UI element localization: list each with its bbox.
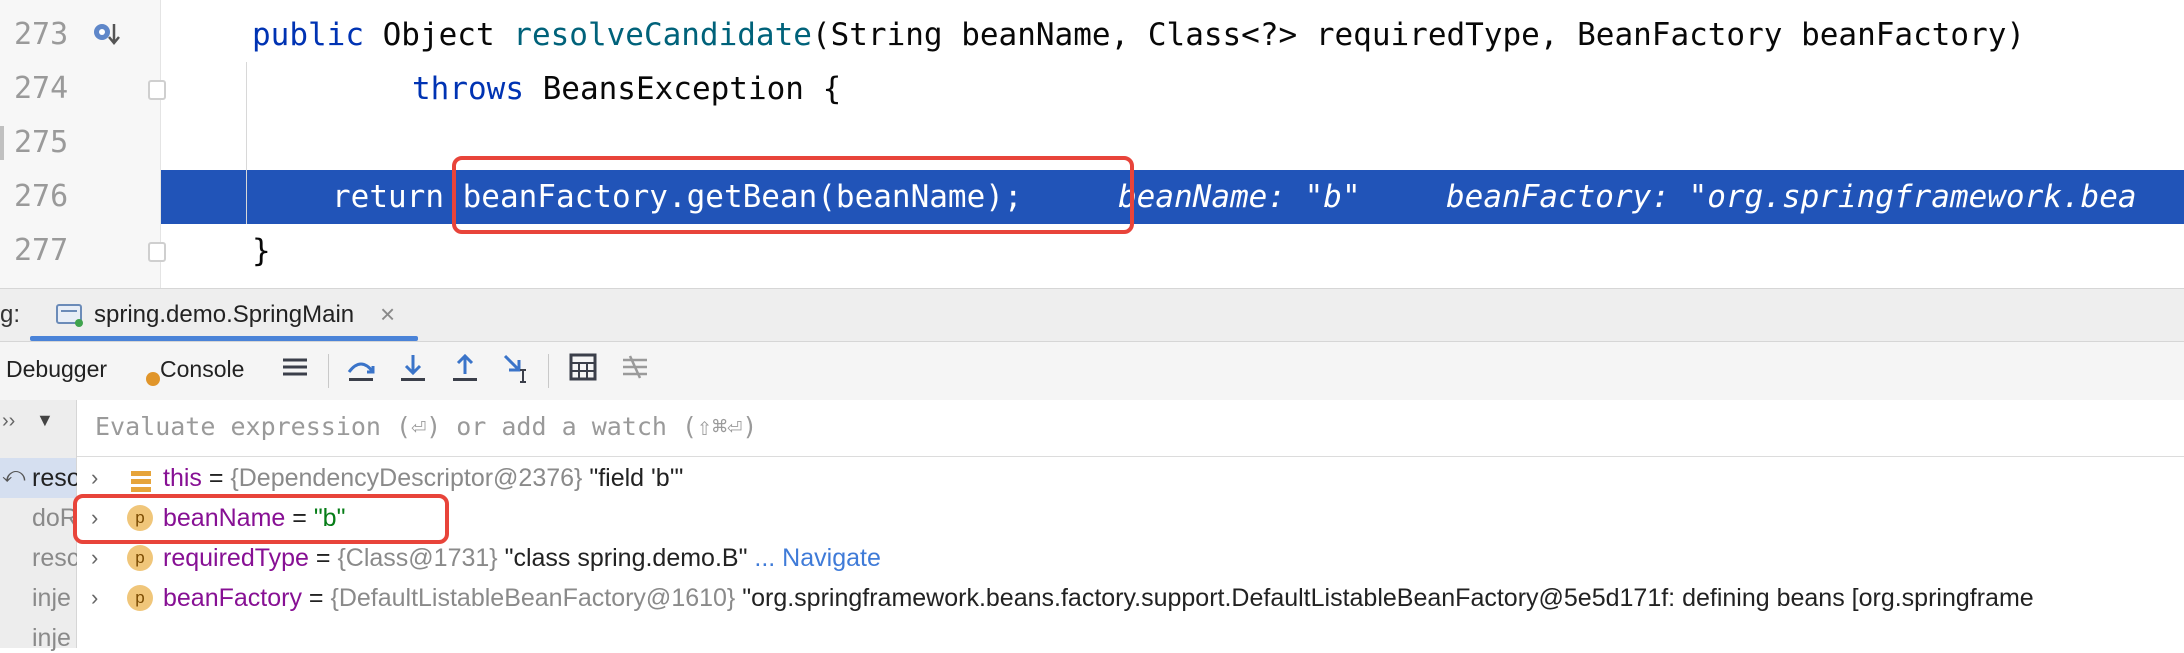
variable-text: beanFactory = {DefaultListableBeanFactor… (163, 578, 2034, 618)
equals: = (301, 584, 331, 612)
evaluate-expression-icon[interactable] (566, 352, 600, 386)
variable-value: "field 'b'" (582, 464, 684, 492)
chevron-right-icon[interactable]: › (91, 538, 98, 578)
trace-current-stream-icon[interactable] (618, 352, 652, 386)
show-frames-menu-icon[interactable] (278, 352, 312, 386)
line-number: 274 (14, 71, 69, 106)
step-over-icon[interactable] (344, 352, 378, 386)
variable-text: requiredType = {Class@1731} "class sprin… (163, 538, 881, 578)
variable-ref: {Class@1731} (337, 544, 498, 572)
fields-icon (131, 466, 151, 492)
toolbar-separator (328, 354, 329, 388)
override-method-icon[interactable] (92, 20, 120, 48)
variable-value: "class spring.demo.B" (497, 544, 748, 572)
tab-label: spring.demo.SpringMain (94, 301, 355, 328)
annotation-highlight-box (452, 156, 1134, 234)
chevron-down-icon[interactable]: ▼ (36, 410, 54, 431)
variable-text: this = {DependencyDescriptor@2376} "fiel… (163, 458, 683, 498)
variables-panel: Evaluate expression (⏎) or add a watch (… (73, 400, 2184, 648)
frame-item[interactable]: inje (32, 584, 71, 613)
frames-panel: ›› ▼ ⤺ reso doR resc inje inje (0, 400, 81, 652)
close-icon[interactable]: × (380, 299, 395, 330)
debug-session-tabbar: g: spring.demo.SpringMain × (0, 288, 2184, 341)
fold-marker-icon[interactable] (148, 80, 166, 100)
frame-label: reso (32, 464, 81, 492)
evaluate-expression-input[interactable]: Evaluate expression (⏎) or add a watch (… (95, 412, 757, 441)
keyword: return (332, 179, 444, 215)
code-text: public Object resolveCandidate(String be… (252, 8, 2025, 62)
step-into-icon[interactable] (396, 352, 430, 386)
code-fragment: Object (363, 17, 514, 53)
variable-row-beanfactory[interactable]: › p beanFactory = {DefaultListableBeanFa… (77, 578, 2184, 618)
line-number: 273 (14, 17, 69, 52)
variable-ref: {DefaultListableBeanFactory@1610} (330, 584, 736, 612)
keyword: public (252, 17, 364, 53)
indent-guide (246, 62, 247, 224)
tab-console[interactable]: Console (160, 356, 244, 383)
toolbar-separator (548, 354, 549, 388)
step-out-icon[interactable] (448, 352, 482, 386)
return-frame-icon: ⤺ (2, 462, 26, 487)
equals: = (308, 544, 338, 572)
inline-debug-value: beanFactory: "org.springframework.bea (1446, 179, 2137, 215)
variable-value: "org.springframework.beans.factory.suppo… (735, 584, 2034, 612)
debug-tool-window-label: g: (0, 301, 21, 328)
code-fragment: BeansException { (523, 71, 842, 107)
code-text: throws BeansException { (412, 62, 841, 116)
fold-marker-icon[interactable] (148, 242, 166, 262)
evaluate-expression-bar[interactable]: Evaluate expression (⏎) or add a watch (… (77, 400, 2184, 457)
tab-debugger[interactable]: Debugger (6, 356, 107, 383)
code-line-274[interactable]: 274 throws BeansException { (0, 62, 2184, 116)
frame-item[interactable]: inje (32, 624, 71, 653)
variable-row-requiredtype[interactable]: › p requiredType = {Class@1731} "class s… (77, 538, 2184, 578)
run-to-cursor-icon[interactable] (500, 352, 534, 386)
line-number: 277 (14, 233, 69, 268)
frame-item[interactable]: doR (32, 504, 78, 533)
annotation-highlight-box (73, 494, 449, 544)
keyword: throws (412, 71, 524, 107)
variable-row-this[interactable]: › this = {DependencyDescriptor@2376} "fi… (77, 458, 2184, 498)
code-fragment: (String beanName, Class<?> requiredType,… (811, 17, 2026, 53)
code-text: } (252, 233, 271, 269)
chevron-right-icon[interactable]: › (91, 578, 98, 618)
frame-item-selected[interactable]: ⤺ reso (0, 458, 81, 498)
frame-item[interactable]: resc (32, 544, 79, 573)
navigate-link[interactable]: ... Navigate (747, 544, 880, 572)
expand-more-icon[interactable]: ›› (2, 410, 15, 433)
tab-spring-main[interactable]: spring.demo.SpringMain × (30, 289, 418, 341)
method-name: resolveCandidate (513, 17, 812, 53)
console-icon (146, 372, 160, 386)
equals: = (201, 464, 231, 492)
inline-debug-value: beanName: "b" (1118, 179, 1361, 215)
variable-name: requiredType (163, 544, 309, 572)
parameter-icon: p (127, 545, 153, 571)
code-editor[interactable]: 273 public Object resolveCandidate(Strin… (0, 0, 2184, 288)
line-number: 276 (14, 179, 69, 214)
variable-name: this (163, 464, 202, 492)
chevron-right-icon[interactable]: › (91, 458, 98, 498)
line-number: 275 (14, 125, 69, 160)
variable-name: beanFactory (163, 584, 302, 612)
parameter-icon: p (127, 585, 153, 611)
caret-row-marker (0, 126, 4, 160)
debugger-toolbar: Debugger Console (0, 341, 2184, 401)
run-config-icon (56, 303, 84, 327)
variable-ref: {DependencyDescriptor@2376} (230, 464, 583, 492)
code-line-273[interactable]: 273 public Object resolveCandidate(Strin… (0, 8, 2184, 62)
